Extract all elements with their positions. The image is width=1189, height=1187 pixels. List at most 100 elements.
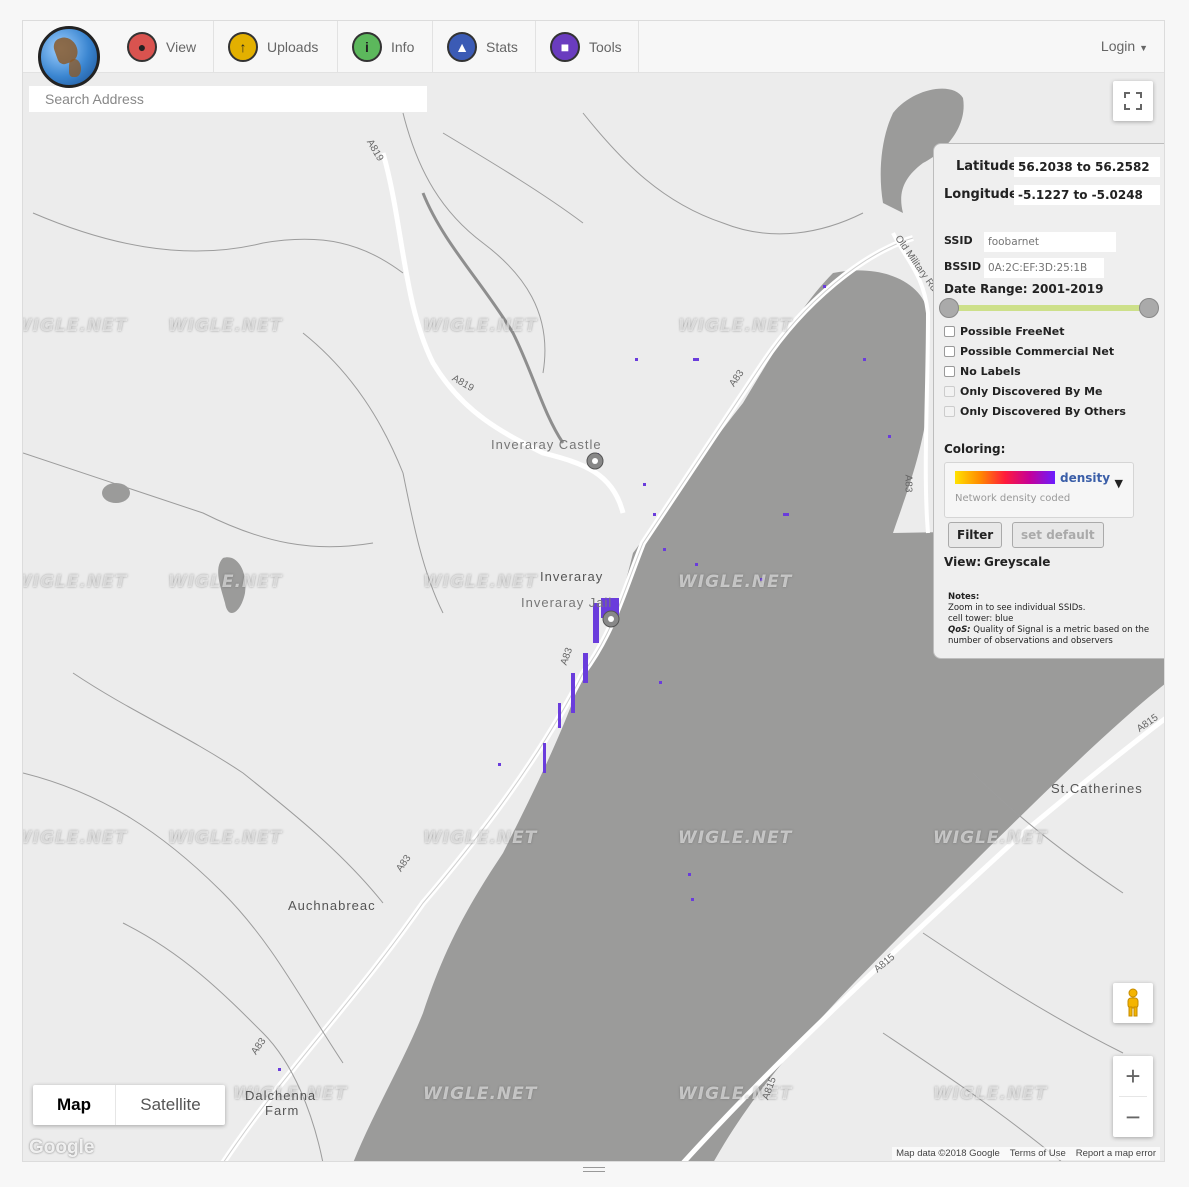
nav-uploads[interactable]: ↑ Uploads xyxy=(214,21,338,73)
only-discovered-by-me-checkbox[interactable]: Only Discovered By Me xyxy=(944,385,1103,398)
watermark: WIGLE.NET xyxy=(678,572,793,592)
castle-marker xyxy=(586,452,604,470)
login-dropdown[interactable]: Login ▼ xyxy=(1101,38,1148,54)
map-type-satellite-button[interactable]: Satellite xyxy=(116,1085,225,1125)
checkbox-label: Possible Commercial Net xyxy=(960,345,1115,358)
wifi-point xyxy=(543,743,546,773)
date-range-end-handle[interactable] xyxy=(1139,298,1159,318)
watermark: WIGLE.NET xyxy=(168,828,283,848)
wifi-point xyxy=(693,358,699,361)
wifi-point xyxy=(783,513,789,516)
zoom-in-button[interactable]: + xyxy=(1113,1056,1153,1096)
small-loch-1 xyxy=(102,483,130,503)
no-labels-checkbox[interactable]: No Labels xyxy=(944,365,1021,378)
density-gradient-swatch xyxy=(955,471,1055,484)
notes-line1: Zoom in to see individual SSIDs. xyxy=(948,603,1086,613)
nav-stats[interactable]: ▲ Stats xyxy=(433,21,536,73)
nav-view-label: View xyxy=(166,39,197,55)
possible-commercial-net-checkbox[interactable]: Possible Commercial Net xyxy=(944,345,1114,358)
only-discovered-by-others-checkbox[interactable]: Only Discovered By Others xyxy=(944,405,1126,418)
notes-title: Notes: xyxy=(948,592,980,602)
view-label: View: xyxy=(944,555,982,569)
watermark: WIGLE.NET xyxy=(23,828,128,848)
zoom-control: + − xyxy=(1113,1056,1153,1137)
set-default-button[interactable]: set default xyxy=(1012,522,1104,548)
ssid-input[interactable] xyxy=(984,232,1116,252)
place-label-farm: Farm xyxy=(265,1103,300,1118)
nav-info-label: Info xyxy=(391,39,415,55)
wifi-point xyxy=(653,513,656,516)
caret-down-icon: ▼ xyxy=(1139,43,1148,53)
wifi-point xyxy=(635,358,638,361)
wifi-point xyxy=(278,1068,281,1071)
wifi-point xyxy=(695,563,698,566)
nav-tools[interactable]: ■ Tools xyxy=(536,21,639,73)
watermark: WIGLE.NET xyxy=(678,828,793,848)
place-label-auchnabreac: Auchnabreac xyxy=(288,898,376,913)
nav-stats-label: Stats xyxy=(486,39,518,55)
notes-block: Notes: Zoom in to see individual SSIDs. … xyxy=(948,592,1158,647)
map-resize-handle[interactable] xyxy=(583,1167,605,1172)
wigle-globe-logo[interactable] xyxy=(38,26,100,88)
watermark: WIGLE.NET xyxy=(423,572,538,592)
terms-of-use-link[interactable]: Terms of Use xyxy=(1010,1148,1066,1159)
checkbox-box xyxy=(944,326,955,337)
report-map-error-link[interactable]: Report a map error xyxy=(1076,1148,1156,1159)
upload-icon: ↑ xyxy=(228,32,258,62)
map-pin-icon: ● xyxy=(127,32,157,62)
watermark: WIGLE.NET xyxy=(23,316,128,336)
street-view-button[interactable] xyxy=(1113,983,1153,1023)
view-value: Greyscale xyxy=(984,555,1051,569)
map-type-control: Map Satellite xyxy=(33,1085,225,1125)
wifi-point xyxy=(571,673,575,713)
app-frame: ● View ↑ Uploads i Info ▲ Stats ■ Tools … xyxy=(22,20,1165,1162)
wifi-point xyxy=(688,873,691,876)
nav-view[interactable]: ● View xyxy=(113,21,214,73)
stats-icon: ▲ xyxy=(447,32,477,62)
map-type-map-button[interactable]: Map xyxy=(33,1085,115,1125)
wifi-point xyxy=(558,703,561,728)
date-range-start-handle[interactable] xyxy=(939,298,959,318)
tools-icon: ■ xyxy=(550,32,580,62)
wifi-point xyxy=(888,435,891,438)
coloring-description: Network density coded xyxy=(955,493,1071,504)
date-range-slider[interactable] xyxy=(948,305,1148,311)
info-icon: i xyxy=(352,32,382,62)
checkbox-box xyxy=(944,386,955,397)
fullscreen-button[interactable] xyxy=(1113,81,1153,121)
nav-tools-label: Tools xyxy=(589,39,622,55)
notes-qos-label: QoS: xyxy=(948,625,971,635)
watermark: WIGLE.NET xyxy=(168,572,283,592)
latitude-value: 56.2038 to 56.2582 xyxy=(1014,157,1160,177)
search-address-input[interactable] xyxy=(29,86,427,112)
watermark: WIGLE.NET xyxy=(423,1084,538,1104)
place-label-inveraray: Inveraray xyxy=(540,569,604,584)
longitude-label: Longitude xyxy=(944,187,1018,202)
possible-freenet-checkbox[interactable]: Possible FreeNet xyxy=(944,325,1065,338)
wifi-point xyxy=(691,898,694,901)
coloring-selected-value: density xyxy=(1060,471,1111,485)
checkbox-box xyxy=(944,406,955,417)
coloring-select[interactable]: density ▼ Network density coded xyxy=(944,462,1134,518)
bssid-input[interactable] xyxy=(984,258,1104,278)
latitude-label: Latitude xyxy=(956,159,1018,174)
place-label-inveraray-jail: Inveraray Jail xyxy=(521,595,613,610)
filter-button[interactable]: Filter xyxy=(948,522,1003,548)
wifi-point xyxy=(583,653,588,683)
wifi-point xyxy=(823,285,826,288)
checkbox-box xyxy=(944,366,955,377)
minus-icon: − xyxy=(1125,1101,1141,1132)
watermark: WIGLE.NET xyxy=(933,1084,1048,1104)
watermark: WIGLE.NET xyxy=(23,572,128,592)
navbar: ● View ↑ Uploads i Info ▲ Stats ■ Tools … xyxy=(23,21,1164,88)
plus-icon: + xyxy=(1125,1060,1141,1091)
date-range-label: Date Range: 2001-2019 xyxy=(944,282,1104,296)
notes-qos-text: Quality of Signal is a metric based on t… xyxy=(948,625,1150,646)
nav-info[interactable]: i Info xyxy=(338,21,433,73)
fullscreen-icon xyxy=(1124,92,1142,110)
zoom-out-button[interactable]: − xyxy=(1113,1097,1153,1137)
map-canvas[interactable]: WIGLE.NET WIGLE.NET WIGLE.NET WIGLE.NET … xyxy=(23,73,1164,1161)
checkbox-label: Only Discovered By Me xyxy=(960,385,1103,398)
map-attribution: Map data ©2018 Google Terms of Use Repor… xyxy=(892,1147,1160,1160)
checkbox-label: No Labels xyxy=(960,365,1021,378)
